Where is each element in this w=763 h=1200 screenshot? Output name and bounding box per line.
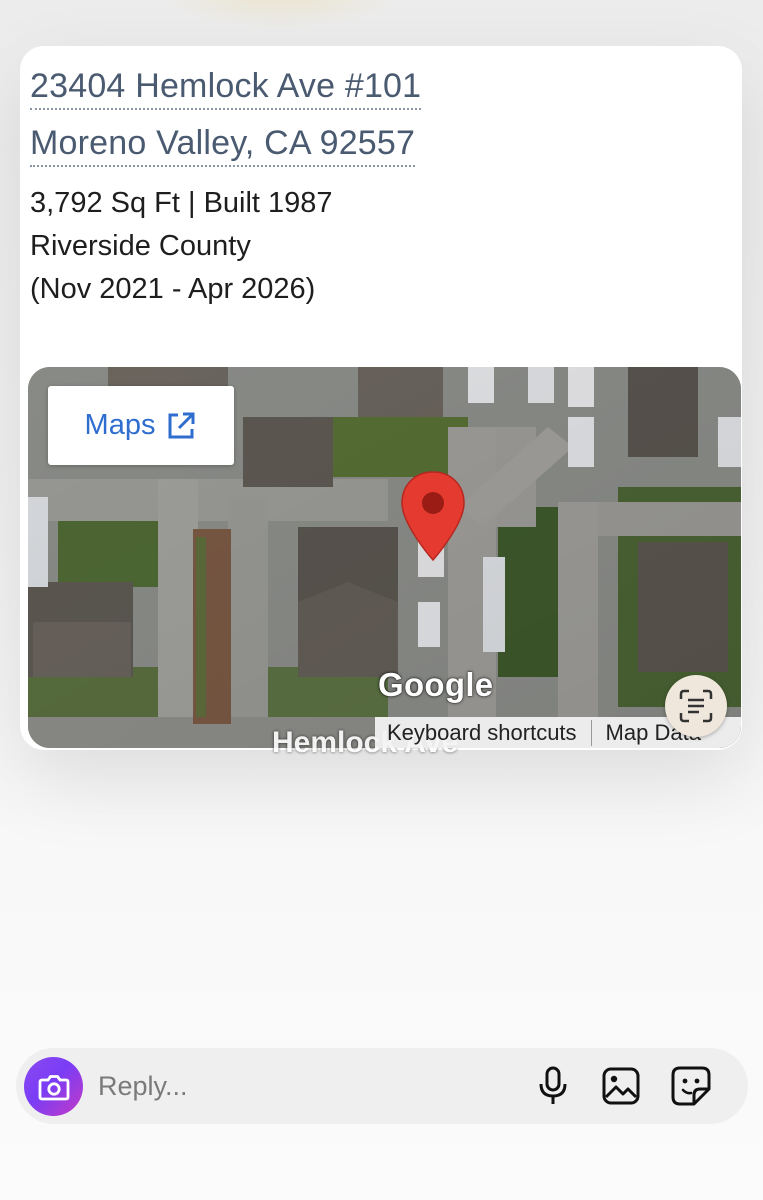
address-line2-link[interactable]: Moreno Valley, CA 92557 <box>30 123 416 167</box>
google-logo: Google <box>378 666 494 703</box>
address-line1-link[interactable]: 23404 Hemlock Ave #101 <box>30 66 422 110</box>
camera-icon <box>38 1074 69 1100</box>
gallery-button[interactable] <box>599 1064 643 1108</box>
reply-input[interactable] <box>98 1066 498 1106</box>
external-link-icon <box>168 412 195 438</box>
maps-button-label: Maps <box>84 409 156 441</box>
microphone-icon <box>539 1066 567 1104</box>
sticker-button[interactable] <box>669 1064 713 1108</box>
property-details: 3,792 Sq Ft | Built 1987 <box>30 187 333 219</box>
keyboard-shortcuts-link[interactable]: Keyboard shortcuts <box>375 719 592 746</box>
text-scan-icon <box>679 689 713 723</box>
date-range: (Nov 2021 - Apr 2026) <box>30 273 316 305</box>
open-in-maps-button[interactable]: Maps <box>48 386 234 465</box>
location-pin-icon[interactable] <box>400 470 466 562</box>
live-text-button[interactable] <box>665 675 727 737</box>
county-label: Riverside County <box>30 230 251 262</box>
background-glow <box>150 0 410 30</box>
image-icon <box>602 1067 640 1105</box>
camera-button[interactable] <box>24 1057 83 1116</box>
microphone-button[interactable] <box>531 1064 575 1108</box>
sticker-icon <box>671 1066 711 1106</box>
